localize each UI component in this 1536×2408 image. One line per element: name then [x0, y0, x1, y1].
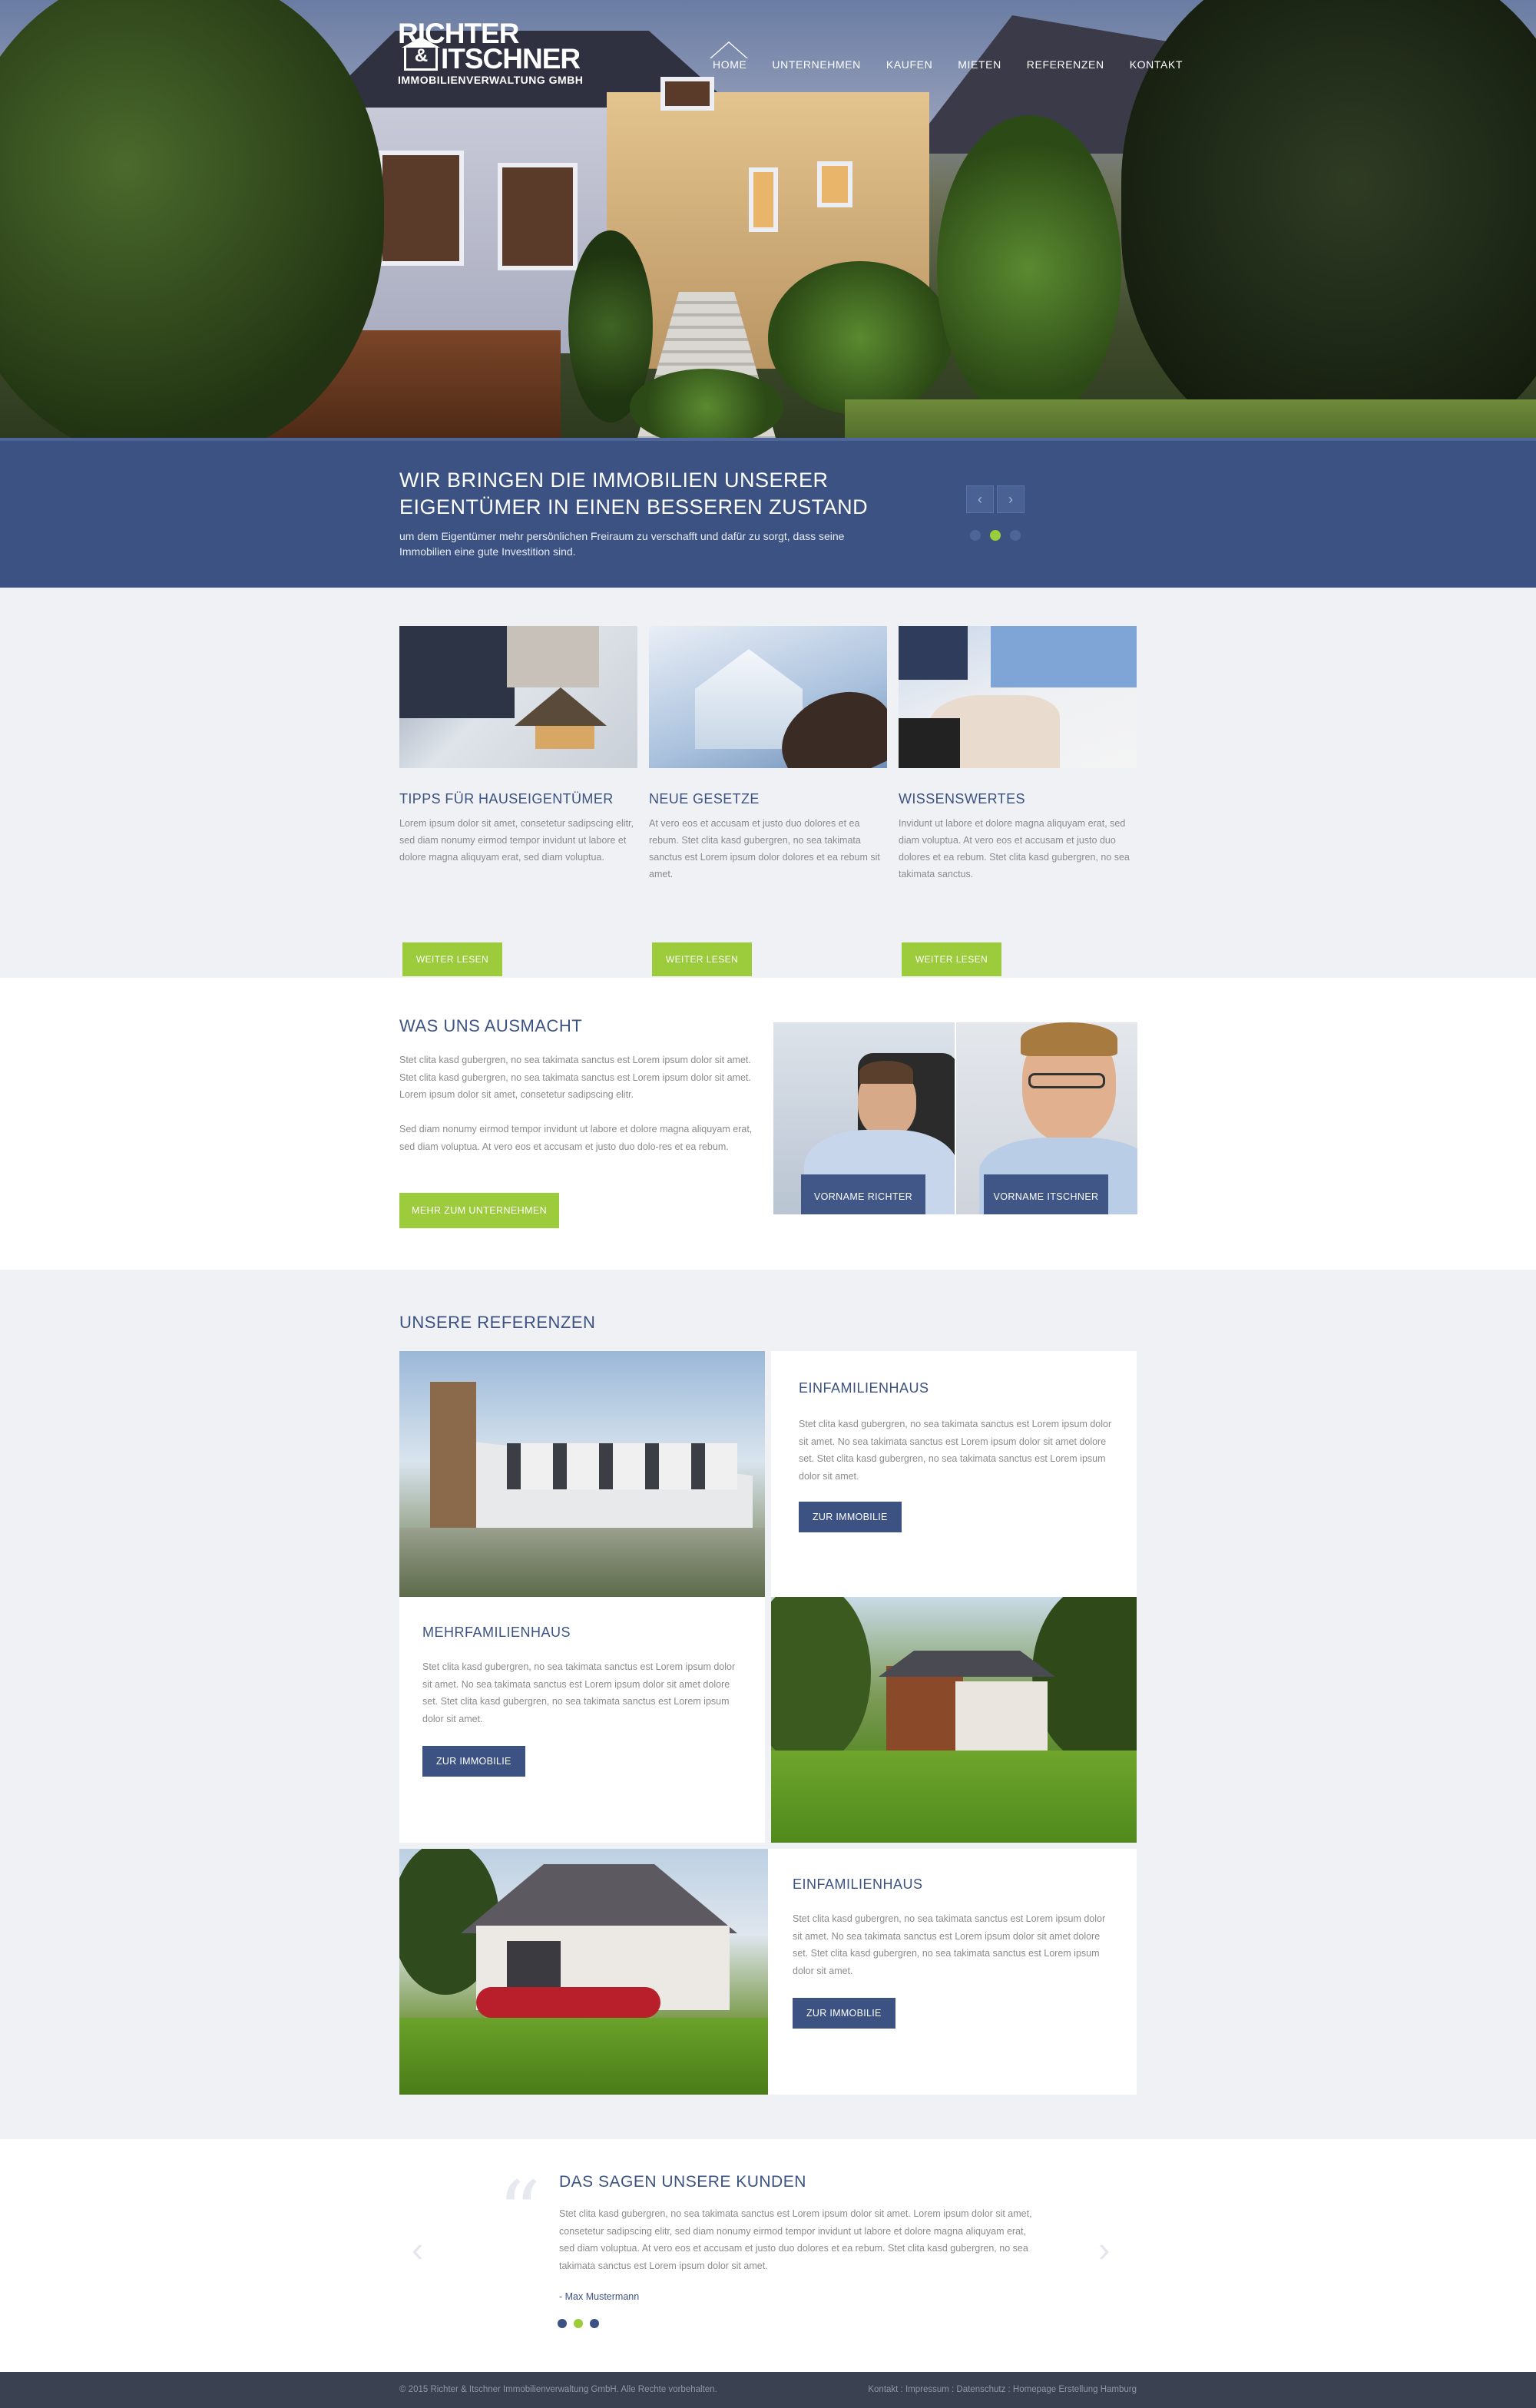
testimonial-dot-2[interactable] — [574, 2319, 583, 2328]
feature-card: WISSENSWERTES Invidunt ut labore et dolo… — [899, 626, 1137, 976]
testimonial-text: Stet clita kasd gubergren, no sea takima… — [559, 2208, 1032, 2271]
company-logo[interactable]: RICHTER & ITSCHNER IMMOBILIENVERWALTUNG G… — [398, 19, 584, 86]
slider-dot-3[interactable] — [1010, 530, 1021, 541]
slider-dot-1[interactable] — [970, 530, 981, 541]
team-member-label: VORNAME ITSCHNER — [984, 1174, 1108, 1214]
chevron-left-icon[interactable]: ‹ — [412, 2228, 423, 2270]
read-more-button[interactable]: WEITER LESEN — [902, 942, 1001, 976]
feature-section: TIPPS FÜR HAUSEIGENTÜMER Lorem ipsum dol… — [0, 588, 1536, 978]
slider-text: um dem Eigentümer mehr persönlichen Frei… — [399, 530, 845, 558]
feature-image-signing — [899, 626, 1137, 768]
chevron-right-icon[interactable]: › — [997, 485, 1025, 513]
chevron-left-icon[interactable]: ‹ — [966, 485, 994, 513]
quote-icon: “ — [498, 2163, 541, 2261]
testimonial-pagination — [558, 2319, 599, 2328]
testimonial-dot-1[interactable] — [558, 2319, 567, 2328]
main-menu: HOME UNTERNEHMEN KAUFEN MIETEN REFERENZE… — [713, 58, 1208, 71]
nav-item-referenzen[interactable]: REFERENZEN — [1027, 58, 1104, 71]
read-more-button[interactable]: WEITER LESEN — [652, 942, 752, 976]
feature-text: Lorem ipsum dolor sit amet, consetetur s… — [399, 818, 634, 863]
page: RICHTER & ITSCHNER IMMOBILIENVERWALTUNG G… — [0, 0, 1536, 2408]
testimonial-author: - Max Mustermann — [559, 2291, 640, 2302]
reference-image-villa[interactable] — [771, 1597, 1137, 1843]
nav-item-kontakt[interactable]: KONTAKT — [1130, 58, 1183, 71]
to-property-button[interactable]: ZUR IMMOBILIE — [793, 1998, 895, 2029]
testimonial-dot-3[interactable] — [590, 2319, 599, 2328]
reference-title: EINFAMILIENHAUS — [793, 1876, 923, 1892]
hero-image: RICHTER & ITSCHNER IMMOBILIENVERWALTUNG G… — [0, 0, 1536, 438]
reference-card: EINFAMILIENHAUS Stet clita kasd gubergre… — [771, 1351, 1137, 1597]
team-member-itschner[interactable]: VORNAME ITSCHNER — [956, 1022, 1137, 1214]
about-paragraph-2: Sed diam nonumy eirmod tempor invidunt u… — [399, 1124, 753, 1152]
feature-card: TIPPS FÜR HAUSEIGENTÜMER Lorem ipsum dol… — [399, 626, 637, 976]
feature-title: WISSENSWERTES — [899, 791, 1025, 807]
about-paragraph-1: Stet clita kasd gubergren, no sea takima… — [399, 1055, 751, 1100]
reference-image-townhouse[interactable] — [399, 1351, 765, 1597]
slider-caption: WIR BRINGEN DIE IMMOBILIEN UNSERER EIGEN… — [0, 438, 1536, 588]
feature-text: At vero eos et accusam et justo duo dolo… — [649, 818, 880, 879]
reference-text: Stet clita kasd gubergren, no sea takima… — [793, 1913, 1106, 1976]
logo-line-2-text: ITSCHNER — [441, 43, 581, 75]
top-navigation: RICHTER & ITSCHNER IMMOBILIENVERWALTUNG G… — [0, 0, 1536, 92]
to-property-button[interactable]: ZUR IMMOBILIE — [799, 1502, 902, 1532]
copyright-text: © 2015 Richter & Itschner Immobilienverw… — [399, 2385, 717, 2394]
feature-image-contract — [399, 626, 637, 768]
reference-image-family-house[interactable] — [399, 1849, 768, 2095]
nav-item-kaufen[interactable]: KAUFEN — [886, 58, 932, 71]
chevron-right-icon[interactable]: › — [1098, 2228, 1110, 2270]
feature-title: TIPPS FÜR HAUSEIGENTÜMER — [399, 791, 614, 807]
feature-text: Invidunt ut labore et dolore magna aliqu… — [899, 818, 1130, 879]
references-section: UNSERE REFERENZEN EINFAMILIENHAUS Stet c… — [0, 1270, 1536, 2139]
testimonial-title: DAS SAGEN UNSERE KUNDEN — [559, 2173, 806, 2191]
read-more-button[interactable]: WEITER LESEN — [402, 942, 502, 976]
team-member-label: VORNAME RICHTER — [801, 1174, 925, 1214]
slider-arrows: ‹ › — [966, 485, 1025, 513]
nav-item-mieten[interactable]: MIETEN — [958, 58, 1001, 71]
logo-line-2: & ITSCHNER — [398, 37, 583, 75]
reference-text: Stet clita kasd gubergren, no sea takima… — [422, 1661, 736, 1724]
reference-text: Stet clita kasd gubergren, no sea takima… — [799, 1419, 1112, 1482]
more-about-company-button[interactable]: MEHR ZUM UNTERNEHMEN — [399, 1193, 560, 1228]
slider-title: WIR BRINGEN DIE IMMOBILIEN UNSERER EIGEN… — [399, 469, 869, 518]
nav-item-home[interactable]: HOME — [713, 58, 746, 71]
footer-links[interactable]: Kontakt : Impressum : Datenschutz : Home… — [868, 2385, 1137, 2394]
feature-image-gavel — [649, 626, 887, 768]
reference-card: MEHRFAMILIENHAUS Stet clita kasd gubergr… — [399, 1597, 765, 1843]
team-member-richter[interactable]: VORNAME RICHTER — [773, 1022, 955, 1214]
testimonial-section: ‹ › “ DAS SAGEN UNSERE KUNDEN Stet clita… — [0, 2139, 1536, 2372]
slider-dot-2[interactable] — [990, 530, 1001, 541]
reference-title: EINFAMILIENHAUS — [799, 1380, 929, 1396]
about-section: WAS UNS AUSMACHT Stet clita kasd gubergr… — [0, 978, 1536, 1270]
reference-card: EINFAMILIENHAUS Stet clita kasd gubergre… — [768, 1849, 1137, 2095]
references-title: UNSERE REFERENZEN — [399, 1313, 596, 1332]
reference-title: MEHRFAMILIENHAUS — [422, 1625, 571, 1640]
to-property-button[interactable]: ZUR IMMOBILIE — [422, 1746, 525, 1777]
about-title: WAS UNS AUSMACHT — [399, 1016, 583, 1035]
logo-tagline: IMMOBILIENVERWALTUNG GMBH — [398, 74, 584, 86]
nav-item-unternehmen[interactable]: UNTERNEHMEN — [772, 58, 861, 71]
logo-ampersand: & — [402, 37, 440, 71]
slider-pagination — [970, 530, 1021, 541]
feature-title: NEUE GESETZE — [649, 791, 760, 807]
footer: © 2015 Richter & Itschner Immobilienverw… — [0, 2372, 1536, 2408]
feature-card: NEUE GESETZE At vero eos et accusam et j… — [649, 626, 887, 976]
